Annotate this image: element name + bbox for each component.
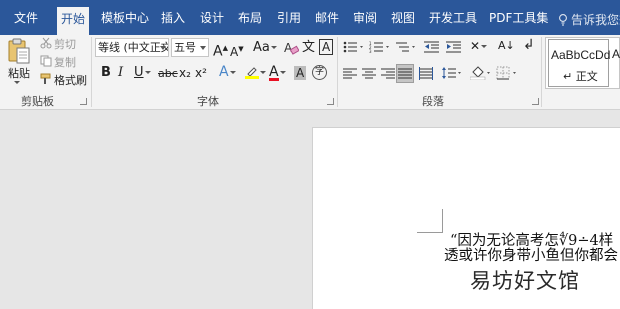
tab-layout[interactable]: 布局 xyxy=(238,0,262,35)
font-dialog-launcher[interactable] xyxy=(327,98,334,105)
tell-me-search[interactable]: 告诉我您想 xyxy=(558,11,620,28)
clipboard-dialog-launcher[interactable] xyxy=(80,98,87,105)
paste-icon[interactable] xyxy=(8,38,30,64)
justify-button-active[interactable] xyxy=(396,64,414,83)
ribbon-separator xyxy=(541,37,542,107)
tab-insert[interactable]: 插入 xyxy=(161,0,185,35)
increase-indent-icon[interactable] xyxy=(446,41,462,53)
ribbon-separator xyxy=(91,37,92,107)
copy-icon xyxy=(40,55,52,67)
italic-button[interactable]: I xyxy=(118,66,123,80)
cut-button[interactable]: 剪切 xyxy=(54,36,76,52)
document-line-1-glitch: ∜9∸4样 xyxy=(558,233,614,249)
shading-bucket-icon[interactable] xyxy=(470,66,492,80)
clear-formatting-icon[interactable]: A xyxy=(283,40,299,56)
ribbon-tab-bar: 文件 开始 模板中心 插入 设计 布局 引用 邮件 审阅 视图 开发工具 PDF… xyxy=(0,0,620,35)
enclose-characters-button[interactable]: 字 xyxy=(312,65,327,80)
svg-text:3: 3 xyxy=(369,49,372,53)
numbering-icon[interactable]: 1 2 3 xyxy=(369,41,391,53)
scissors-icon xyxy=(40,37,52,49)
character-border-button[interactable]: A xyxy=(319,39,334,55)
font-color-label: A xyxy=(269,64,279,81)
font-name-dropdown[interactable]: 等线 (中文正文 xyxy=(95,38,169,57)
text-effects-label: A xyxy=(219,64,229,80)
clipboard-group-label: 剪贴板 xyxy=(21,95,54,108)
subscript-button[interactable]: x₂ xyxy=(179,66,191,80)
multilevel-list-icon[interactable] xyxy=(395,41,417,53)
bullets-icon[interactable] xyxy=(343,41,365,53)
chevron-down-icon xyxy=(160,46,166,50)
font-size-value: 五号 xyxy=(174,41,196,54)
font-size-dropdown[interactable]: 五号 xyxy=(171,38,209,57)
style-normal-preview: AaBbCcDd xyxy=(551,48,611,62)
ribbon-separator xyxy=(337,37,338,107)
tab-pdf-tools[interactable]: PDF工具集 xyxy=(489,0,548,35)
paste-button[interactable]: 粘贴 xyxy=(8,65,30,81)
justify-icon xyxy=(398,68,412,79)
style-normal[interactable]: AaBbCcDd ↵ 正文 xyxy=(548,39,611,87)
character-shading-button[interactable]: A xyxy=(294,66,307,80)
chinese-layout-button[interactable]: ✕ xyxy=(470,39,488,53)
watermark-text: 易坊好文馆 xyxy=(470,269,580,293)
grow-font-button[interactable]: A▲ xyxy=(213,41,228,59)
ribbon-home: 粘贴 剪切 复制 格式刷 剪贴板 等线 (中文正文 五号 A▲ A▼ Aa A … xyxy=(0,35,620,110)
strikethrough-button[interactable]: abc xyxy=(158,67,178,81)
document-line-1-text: “因为无论高考怎 xyxy=(450,233,559,249)
decrease-indent-icon[interactable] xyxy=(424,41,440,53)
distributed-icon[interactable] xyxy=(419,67,433,81)
highlight-color-button[interactable] xyxy=(245,65,266,80)
tab-design[interactable]: 设计 xyxy=(200,0,224,35)
bold-button[interactable]: B xyxy=(101,66,111,80)
paste-dropdown-arrow[interactable] xyxy=(14,81,20,84)
styles-gallery: AaBbCcDd ↵ 正文 A xyxy=(545,37,620,89)
phonetic-guide-button[interactable]: 文 xyxy=(302,41,315,55)
tab-view[interactable]: 视图 xyxy=(391,0,415,35)
tab-file[interactable]: 文件 xyxy=(14,0,38,35)
paragraph-dialog-launcher[interactable] xyxy=(532,98,539,105)
font-name-value: 等线 (中文正文 xyxy=(98,41,169,54)
style-normal-label: ↵ 正文 xyxy=(563,70,598,83)
align-right-icon[interactable] xyxy=(381,68,395,80)
borders-icon[interactable] xyxy=(496,66,520,80)
tell-me-text: 告诉我您想 xyxy=(571,13,620,27)
underline-label: U xyxy=(134,65,144,80)
grow-font-label: A xyxy=(213,43,223,60)
text-effects-button[interactable]: A xyxy=(219,65,236,79)
superscript-button[interactable]: x² xyxy=(195,66,207,80)
change-case-label: Aa xyxy=(253,40,270,55)
sort-button[interactable]: A↓ xyxy=(498,39,515,53)
chevron-down-icon xyxy=(200,46,206,50)
shrink-font-button[interactable]: A▼ xyxy=(230,42,244,59)
text-boundary-mark xyxy=(417,209,443,233)
tab-home[interactable]: 开始 xyxy=(57,7,90,35)
align-center-icon[interactable] xyxy=(362,68,376,80)
font-group-label: 字体 xyxy=(197,95,219,108)
highlighter-icon xyxy=(245,67,259,79)
document-line-2[interactable]: 透或许你身带小鱼但你都会 xyxy=(444,248,618,265)
lightbulb-icon xyxy=(559,14,567,26)
font-color-button[interactable]: A xyxy=(269,65,286,81)
tab-developer[interactable]: 开发工具 xyxy=(429,0,477,35)
paragraph-group-label: 段落 xyxy=(422,95,444,108)
tab-template-center[interactable]: 模板中心 xyxy=(101,0,149,35)
underline-button[interactable]: U xyxy=(134,66,151,80)
tab-review[interactable]: 审阅 xyxy=(353,0,377,35)
format-painter-icon xyxy=(40,73,51,84)
copy-button[interactable]: 复制 xyxy=(54,54,76,70)
shrink-font-label: A xyxy=(230,45,239,59)
format-painter-button[interactable]: 格式刷 xyxy=(54,72,87,88)
tab-references[interactable]: 引用 xyxy=(277,0,301,35)
change-case-button[interactable]: Aa xyxy=(253,41,277,55)
tab-mailings[interactable]: 邮件 xyxy=(315,0,339,35)
line-spacing-icon[interactable] xyxy=(441,66,463,80)
style-next-preview[interactable]: A xyxy=(612,47,620,61)
show-marks-button[interactable]: ↲ xyxy=(523,38,535,52)
align-left-icon[interactable] xyxy=(343,68,357,80)
